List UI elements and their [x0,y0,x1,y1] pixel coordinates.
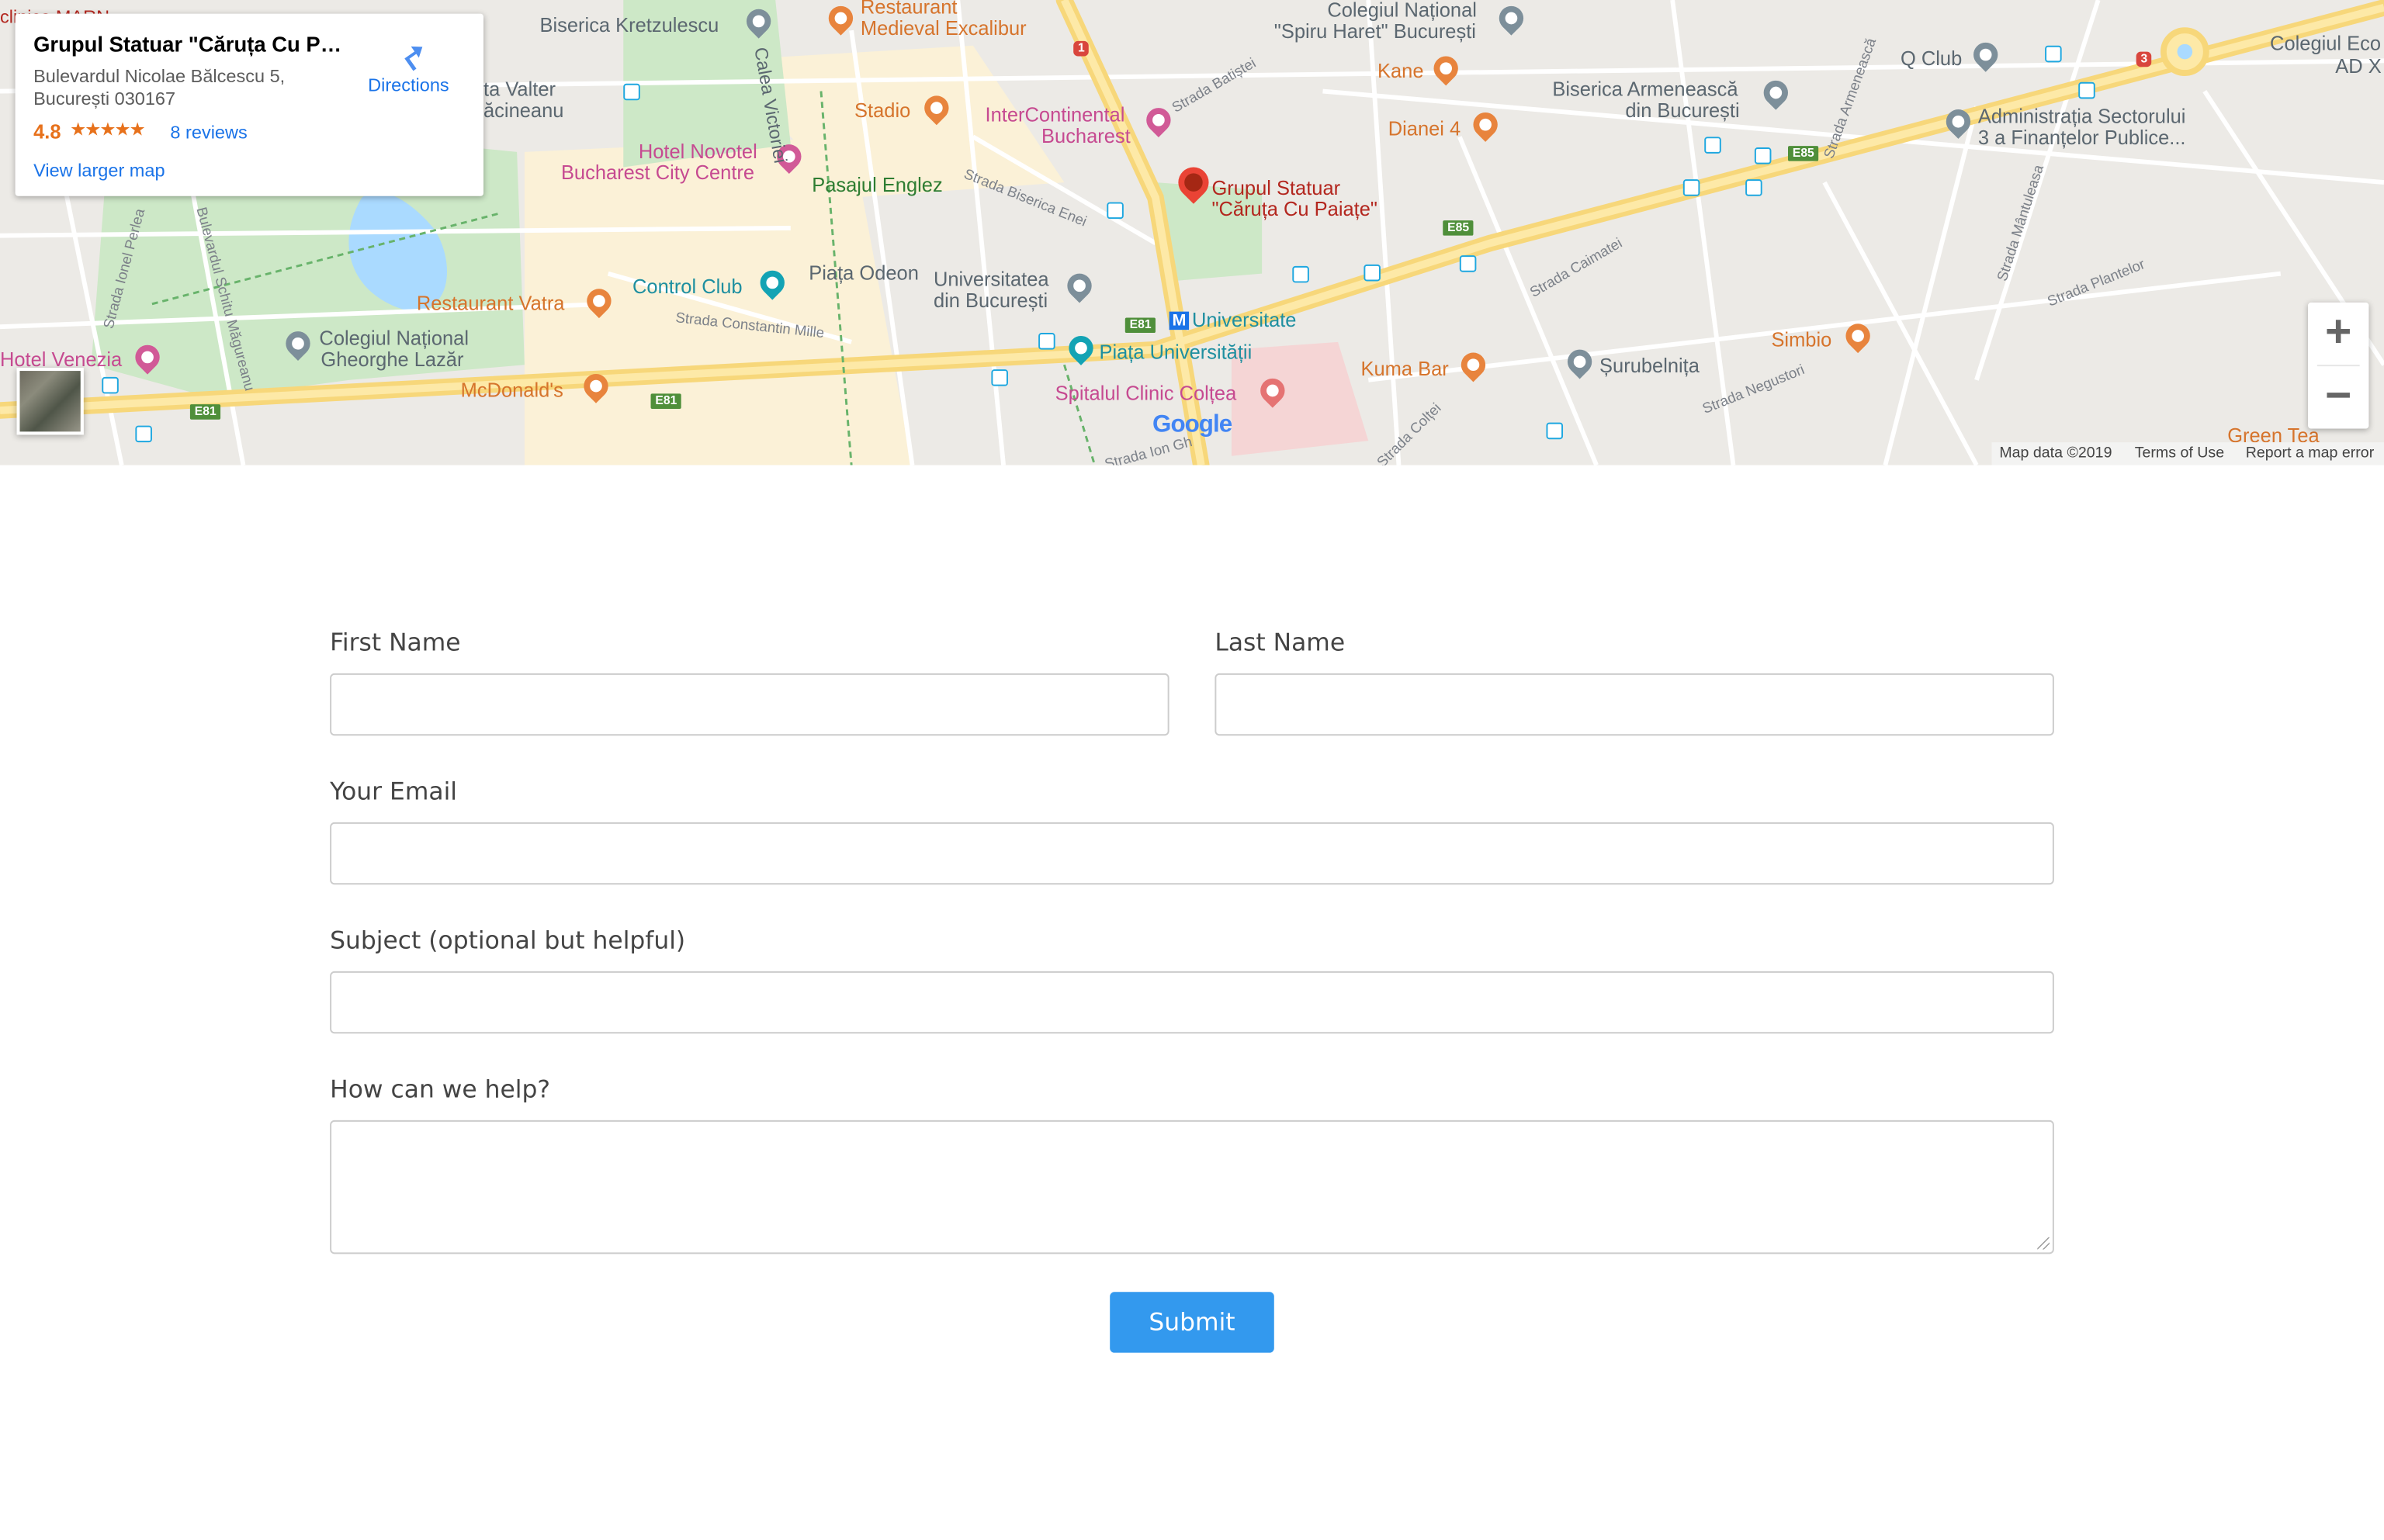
label-dianei[interactable]: Dianei 4 [1388,118,1461,140]
label-pasajul-englez[interactable]: Pasajul Englez [812,174,942,196]
label-universitatea-2[interactable]: din București [934,289,1048,311]
subject-label: Subject (optional but helpful) [330,926,686,955]
bus-stop-icon[interactable] [1107,202,1124,220]
label-universitatea[interactable]: Universitatea [934,268,1049,290]
label-colegiul-spiru-2[interactable]: "Spiru Haret" București [1274,20,1476,42]
zoom-in-button[interactable]: + [2308,303,2368,365]
bus-stop-icon[interactable] [623,83,640,101]
label-surubelnita[interactable]: Șurubelnița [1599,355,1700,376]
address-line-1: Bulevardul Nicolae Bălcescu 5, [33,65,286,87]
bus-stop-icon[interactable] [1459,255,1477,272]
label-biserica-armeneasca[interactable]: Biserica Armenească [1552,78,1738,100]
place-info-card: Grupul Statuar "Căruța Cu Pai... Bulevar… [15,13,484,196]
label-colegiul-eco[interactable]: Colegiul Eco [2270,33,2381,54]
label-q-club[interactable]: Q Club [1901,48,1962,70]
label-kuma-bar[interactable]: Kuma Bar [1360,358,1448,379]
message-textarea[interactable] [330,1120,2054,1254]
route-shield-e81: E81 [1124,317,1156,334]
terms-of-use-link[interactable]: Terms of Use [2135,445,2224,462]
label-spitalul-coltea[interactable]: Spitalul Clinic Colțea [1055,382,1237,404]
label-biserica-kretzulescu[interactable]: Biserica Kretzulescu [540,15,719,36]
report-map-error-link[interactable]: Report a map error [2246,445,2375,462]
label-restaurant-excalibur[interactable]: Restaurant [861,0,958,19]
directions-icon[interactable] [393,35,430,71]
place-rating: 4.8 [33,119,61,144]
google-logo[interactable]: Google [1152,412,1232,439]
label-grupul-statuar-2[interactable]: "Căruța Cu Paiațe" [1211,199,1377,220]
label-administratia-2[interactable]: 3 a Finanțelor Publice... [1978,127,2186,149]
directions-button[interactable]: Directions [368,74,449,95]
label-stadio[interactable]: Stadio [854,99,910,121]
label-mcdonalds[interactable]: McDonald's [461,379,563,401]
label-biserica-armeneasca-2[interactable]: din București [1625,99,1739,121]
first-name-label: First Name [330,628,461,657]
route-shield-3: 3 [2136,51,2153,67]
bus-stop-icon[interactable] [1682,179,1700,196]
bus-stop-icon[interactable] [1754,147,1772,164]
label-hotel-novotel[interactable]: Hotel Novotel [639,140,757,162]
metro-icon[interactable]: M [1169,311,1190,330]
route-shield-e81: E81 [189,404,221,420]
label-kane[interactable]: Kane [1377,60,1424,81]
first-name-field[interactable] [330,673,1169,736]
email-label: Your Email [330,777,458,806]
label-ta-valter: ta Valter [483,77,556,101]
label-piata-odeon: Piața Odeon [809,261,919,285]
route-shield-e85: E85 [1443,220,1474,236]
zoom-out-button[interactable]: − [2308,366,2368,428]
rating-stars-icon: ★★★★★ [70,118,146,140]
label-control-club[interactable]: Control Club [632,276,743,298]
label-administratia[interactable]: Administrația Sectorului [1978,106,2186,127]
label-intercontinental-2[interactable]: Bucharest [1041,126,1131,147]
label-universitate[interactable]: Universitate [1192,310,1296,331]
label-colegiul-lazar[interactable]: Colegiul Național [319,327,469,349]
place-address: Bulevardul Nicolae Bălcescu 5, București… [33,65,338,111]
resize-handle-icon[interactable] [2037,1237,2050,1250]
bus-stop-icon[interactable] [1704,137,1721,154]
view-larger-map-link[interactable]: View larger map [33,160,165,181]
map-data-attribution: Map data ©2019 [1999,445,2112,462]
embedded-map[interactable]: Biserica Kretzulescu Restaurant Medieval… [0,0,2384,465]
label-colegiul-eco-2[interactable]: AD X [2335,56,2381,77]
place-title: Grupul Statuar "Căruța Cu Pai... [33,32,345,57]
subject-field[interactable] [330,971,2054,1034]
label-ta-valter-2: ăcineanu [483,99,564,122]
bus-stop-icon[interactable] [1292,265,1309,283]
last-name-label: Last Name [1215,628,1346,657]
bus-stop-icon[interactable] [991,369,1008,386]
satellite-toggle[interactable] [16,368,84,435]
label-intercontinental[interactable]: InterContinental [986,104,1125,126]
bus-stop-icon[interactable] [2045,45,2062,63]
label-restaurant-vatra[interactable]: Restaurant Vatra [417,292,565,314]
label-simbio[interactable]: Simbio [1771,329,1831,351]
bus-stop-icon[interactable] [1745,179,1762,196]
page: Biserica Kretzulescu Restaurant Medieval… [0,0,2384,1540]
message-label: How can we help? [330,1075,551,1104]
route-shield-e81: E81 [650,393,682,410]
bus-stop-icon[interactable] [1364,264,1381,282]
reviews-link[interactable]: 8 reviews [170,122,247,143]
label-grupul-statuar[interactable]: Grupul Statuar [1211,177,1340,199]
label-piata-universitatii[interactable]: Piața Universității [1099,341,1252,363]
route-shield-e85: E85 [1788,146,1819,161]
bus-stop-icon[interactable] [2078,81,2095,99]
label-hotel-novotel-2[interactable]: Bucharest City Centre [561,162,754,184]
address-line-2: București 030167 [33,88,176,110]
email-field[interactable] [330,822,2054,885]
bus-stop-icon[interactable] [102,376,119,394]
bus-stop-icon[interactable] [1038,333,1055,350]
last-name-field[interactable] [1215,673,2054,736]
submit-button[interactable]: Submit [1110,1292,1274,1353]
label-colegiul-spiru[interactable]: Colegiul Național [1327,0,1477,21]
label-colegiul-lazar-2[interactable]: Gheorghe Lazăr [321,349,463,371]
bus-stop-icon[interactable] [135,425,152,443]
label-restaurant-excalibur-2[interactable]: Medieval Excalibur [861,18,1027,40]
zoom-controls: + − [2308,302,2369,429]
route-shield-1: 1 [1073,40,1090,57]
bus-stop-icon[interactable] [1546,422,1564,440]
